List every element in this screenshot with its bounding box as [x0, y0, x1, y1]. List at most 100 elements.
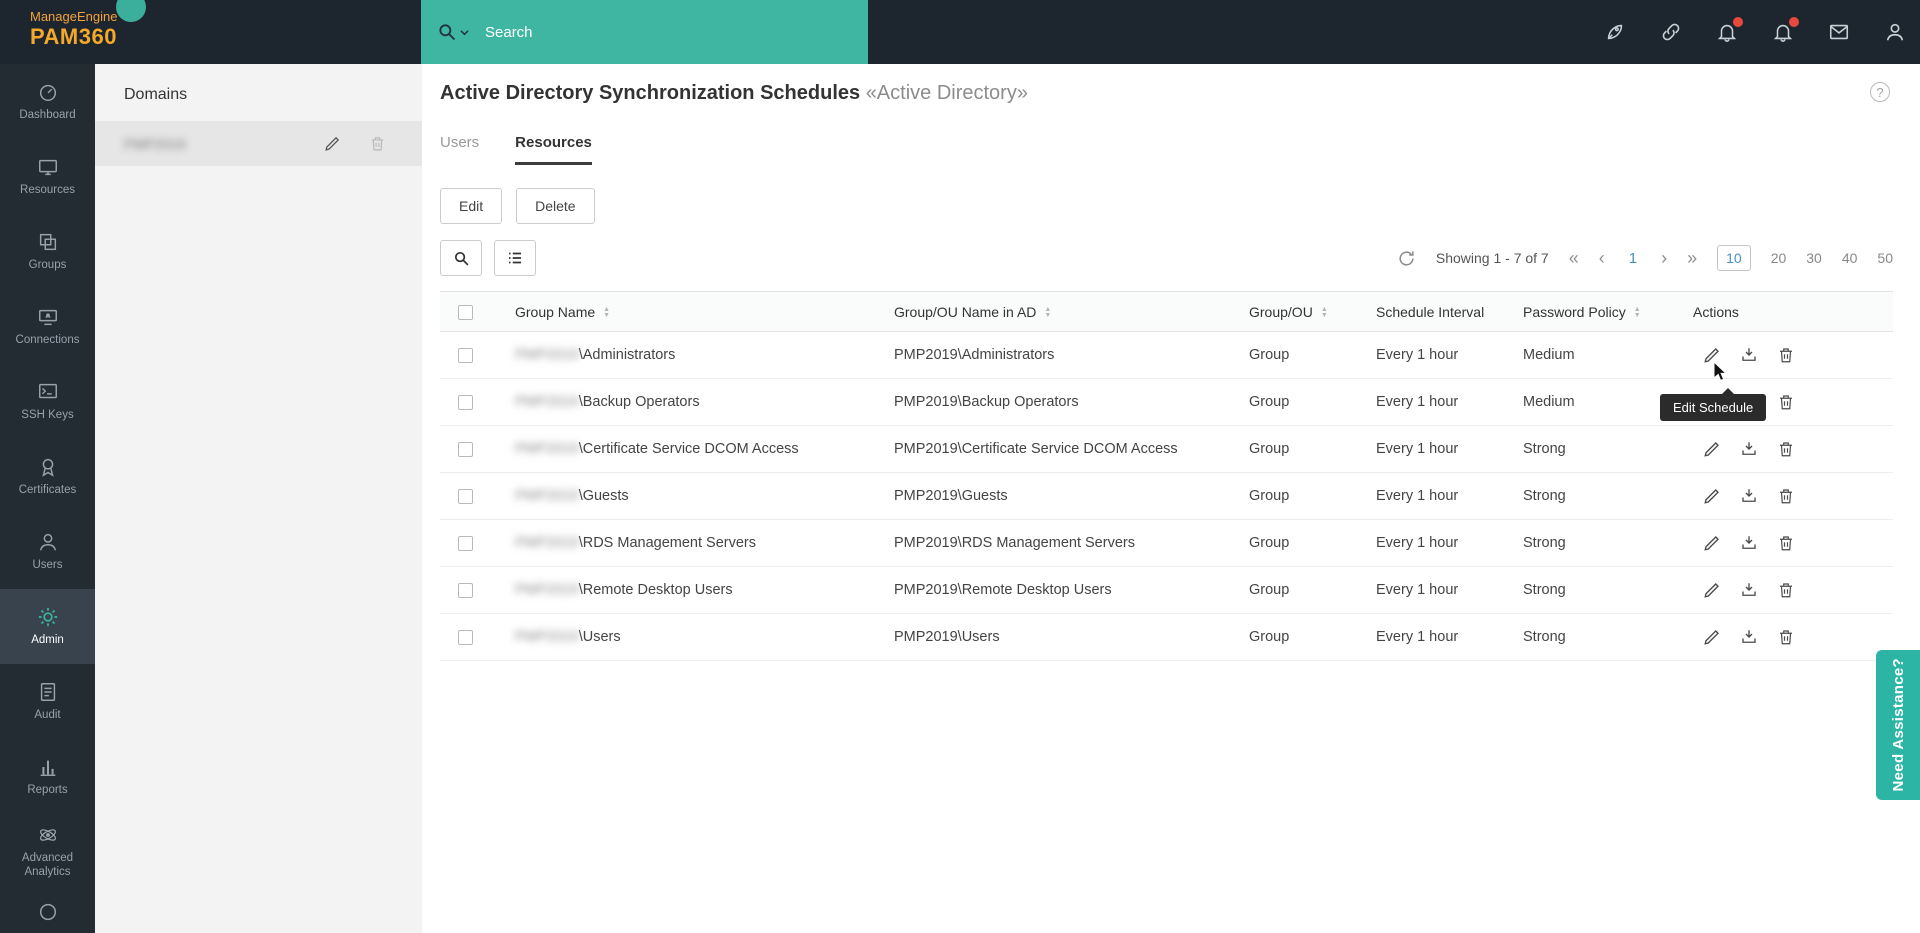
- user-menu-icon[interactable]: [1884, 21, 1906, 43]
- page-size-50[interactable]: 50: [1877, 250, 1893, 266]
- row-checkbox[interactable]: [458, 442, 473, 457]
- table-header-row: Group Name▲▼ Group/OU Name in AD▲▼ Group…: [440, 292, 1893, 332]
- sidebar-item-connections[interactable]: Connections: [0, 289, 95, 364]
- sidebar-item-advanced-analytics[interactable]: Advanced Analytics: [0, 814, 95, 889]
- row-checkbox[interactable]: [458, 630, 473, 645]
- group-ou-type: Group: [1235, 473, 1362, 520]
- admin-gear-icon: [37, 606, 59, 628]
- sidebar-item-certificates[interactable]: Certificates: [0, 439, 95, 514]
- delete-schedule-trash-icon[interactable]: [1777, 534, 1795, 552]
- table-row: PMP2019\Guests PMP2019\Guests Group Ever…: [440, 473, 1893, 520]
- sort-arrows-icon[interactable]: ▲▼: [603, 307, 610, 319]
- domain-delete-trash-icon[interactable]: [369, 135, 386, 152]
- mail-icon[interactable]: [1828, 21, 1850, 43]
- sidebar-item-groups[interactable]: Groups: [0, 214, 95, 289]
- alerts-bell-icon[interactable]: [1716, 21, 1738, 43]
- app-logo[interactable]: ManageEngine PAM360: [30, 9, 117, 50]
- page-size-10[interactable]: 10: [1717, 245, 1751, 271]
- quick-connect-link-icon[interactable]: [1660, 21, 1682, 43]
- next-page-button[interactable]: ›: [1661, 249, 1667, 267]
- current-page[interactable]: 1: [1625, 250, 1641, 267]
- page-title: Active Directory Synchronization Schedul…: [440, 82, 1028, 105]
- tab-users[interactable]: Users: [440, 134, 479, 165]
- sidebar-item-audit[interactable]: Audit: [0, 664, 95, 739]
- sort-arrows-icon[interactable]: ▲▼: [1321, 307, 1328, 319]
- delete-button[interactable]: Delete: [516, 188, 594, 224]
- main-content: Active Directory Synchronization Schedul…: [422, 64, 1920, 933]
- sidebar-item-dashboard[interactable]: Dashboard: [0, 64, 95, 139]
- group-name: \Remote Desktop Users: [579, 582, 733, 598]
- need-assistance-tab[interactable]: Need Assistance?: [1876, 650, 1920, 800]
- delete-schedule-trash-icon[interactable]: [1777, 440, 1795, 458]
- import-now-icon[interactable]: [1740, 440, 1758, 458]
- partial-icon: [37, 901, 59, 923]
- search-scope-selector[interactable]: [437, 22, 469, 42]
- help-icon[interactable]: ?: [1870, 82, 1890, 102]
- search-input[interactable]: [483, 23, 813, 42]
- column-header-group-name[interactable]: Group Name▲▼: [490, 292, 880, 332]
- sidebar-item-admin[interactable]: Admin: [0, 589, 95, 664]
- group-ou-type: Group: [1235, 614, 1362, 661]
- tab-resources[interactable]: Resources: [515, 134, 592, 165]
- first-page-button[interactable]: «: [1569, 249, 1579, 267]
- import-now-icon[interactable]: [1740, 487, 1758, 505]
- delete-schedule-trash-icon[interactable]: [1777, 393, 1795, 411]
- prev-page-button[interactable]: ‹: [1599, 249, 1605, 267]
- whats-new-rocket-icon[interactable]: [1604, 21, 1626, 43]
- import-now-icon[interactable]: [1740, 534, 1758, 552]
- row-checkbox[interactable]: [458, 348, 473, 363]
- row-checkbox[interactable]: [458, 536, 473, 551]
- delete-schedule-trash-icon[interactable]: [1777, 628, 1795, 646]
- need-assistance-label: Need Assistance?: [1890, 658, 1907, 791]
- last-page-button[interactable]: »: [1687, 249, 1697, 267]
- import-now-icon[interactable]: [1740, 628, 1758, 646]
- row-checkbox[interactable]: [458, 489, 473, 504]
- edit-schedule-pencil-icon[interactable]: [1703, 487, 1721, 505]
- delete-schedule-trash-icon[interactable]: [1777, 487, 1795, 505]
- select-all-checkbox[interactable]: [458, 305, 473, 320]
- reports-icon: [37, 756, 59, 778]
- row-actions: [1693, 628, 1893, 646]
- column-chooser-button[interactable]: [494, 240, 536, 276]
- sort-arrows-icon[interactable]: ▲▼: [1044, 307, 1051, 319]
- password-policy: Strong: [1509, 520, 1679, 567]
- sidebar-item-resources[interactable]: Resources: [0, 139, 95, 214]
- column-header-group-ou[interactable]: Group/OU▲▼: [1235, 292, 1362, 332]
- import-now-icon[interactable]: [1740, 346, 1758, 364]
- sidebar-item-ssh-keys[interactable]: SSH Keys: [0, 364, 95, 439]
- domain-list-item[interactable]: PMP2019: [95, 121, 422, 166]
- page-size-20[interactable]: 20: [1771, 250, 1787, 266]
- sidebar-label: Users: [29, 559, 65, 572]
- notifications-bell-icon[interactable]: [1772, 21, 1794, 43]
- column-header-ad-name[interactable]: Group/OU Name in AD▲▼: [880, 292, 1235, 332]
- sidebar-item-partial[interactable]: [0, 889, 95, 933]
- edit-button[interactable]: Edit: [440, 188, 502, 224]
- search-toggle-button[interactable]: [440, 240, 482, 276]
- column-header-actions: Actions: [1679, 292, 1893, 332]
- column-header-password-policy[interactable]: Password Policy▲▼: [1509, 292, 1679, 332]
- table-row: PMP2019\Users PMP2019\Users Group Every …: [440, 614, 1893, 661]
- page-size-30[interactable]: 30: [1806, 250, 1822, 266]
- refresh-icon[interactable]: [1397, 249, 1416, 268]
- schedules-table: Group Name▲▼ Group/OU Name in AD▲▼ Group…: [440, 291, 1893, 661]
- ad-name: PMP2019\Administrators: [880, 332, 1235, 379]
- page-subtitle: «Active Directory»: [866, 82, 1028, 104]
- delete-schedule-trash-icon[interactable]: [1777, 581, 1795, 599]
- domain-edit-pencil-icon[interactable]: [324, 135, 341, 152]
- edit-schedule-pencil-icon[interactable]: [1703, 534, 1721, 552]
- sort-arrows-icon[interactable]: ▲▼: [1634, 307, 1641, 319]
- page-size-40[interactable]: 40: [1842, 250, 1858, 266]
- import-now-icon[interactable]: [1740, 581, 1758, 599]
- edit-schedule-pencil-icon[interactable]: [1703, 581, 1721, 599]
- domain-name-redacted: PMP2019: [124, 136, 185, 152]
- row-checkbox[interactable]: [458, 395, 473, 410]
- row-checkbox[interactable]: [458, 583, 473, 598]
- edit-schedule-pencil-icon[interactable]: [1703, 628, 1721, 646]
- row-actions: [1693, 581, 1893, 599]
- delete-schedule-trash-icon[interactable]: [1777, 346, 1795, 364]
- edit-schedule-pencil-icon[interactable]: [1703, 440, 1721, 458]
- sidebar: Dashboard Resources Groups Connections S…: [0, 64, 95, 933]
- sidebar-item-reports[interactable]: Reports: [0, 739, 95, 814]
- search-icon: [437, 22, 457, 42]
- sidebar-item-users[interactable]: Users: [0, 514, 95, 589]
